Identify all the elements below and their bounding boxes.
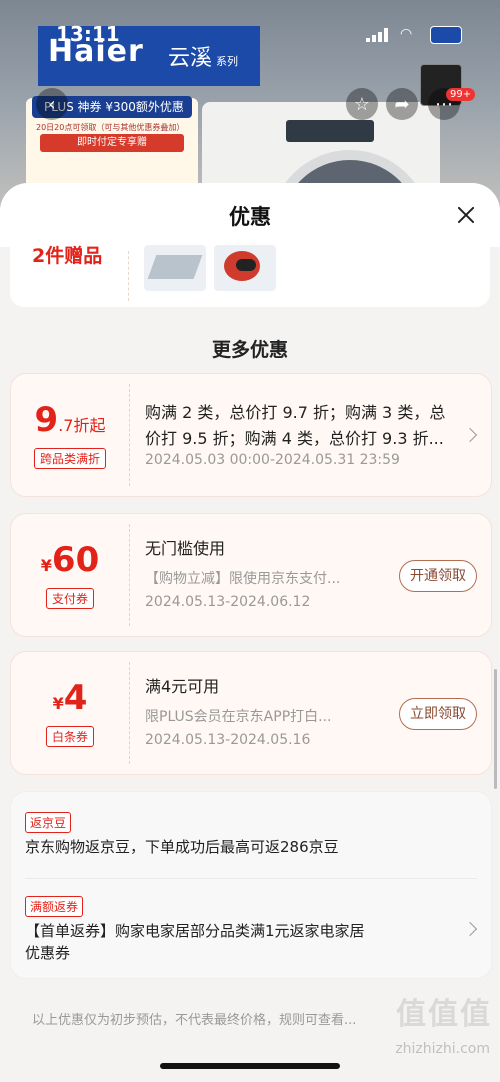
coupon-date: 2024.05.13-2024.06.12 (145, 594, 311, 610)
rebate-text-line2: 优惠券 (25, 944, 71, 962)
signal-icon (366, 28, 388, 42)
coupon-date: 2024.05.03 00:00-2024.05.31 23:59 (145, 452, 400, 468)
coupon-amount: ¥60 (40, 540, 100, 580)
coupon-tag: 跨品类满折 (33, 448, 107, 469)
machine-panel (286, 120, 374, 142)
chevron-right-icon[interactable] (462, 921, 478, 937)
watermark-logo: 值值值 (396, 997, 492, 1032)
coupon-title-line2: 价打 9.5 折；购满 4 类，总价打 9.3 折... (145, 429, 444, 448)
rebate-text: 京东购物返京豆，下单成功后最高可返286京豆 (25, 838, 339, 856)
gift-divider (128, 251, 129, 301)
disclaimer-text: 以上优惠仅为初步预估，不代表最终价格，规则可查看... (32, 1013, 357, 1028)
coupon-divider (129, 524, 130, 626)
coupon-value-area: 9.7折起 跨品类满折 (11, 374, 129, 496)
watermark-url: zhizhizhi.com (395, 1041, 490, 1057)
home-indicator (160, 1063, 340, 1069)
coupon-description: 限PLUS会员在京东APP打白... (145, 709, 332, 725)
rebate-tag: 满额返券 (25, 896, 84, 917)
coupon-date: 2024.05.13-2024.05.16 (145, 732, 311, 748)
promo-red-banner: 即时付定专享赠 (40, 134, 184, 152)
rebate-text[interactable]: 【首单返券】购家电家居部分品类满1元返家电家居 优惠券 (25, 920, 365, 964)
coupon-divider (129, 384, 130, 486)
chevron-right-icon[interactable] (462, 427, 478, 443)
scrollbar[interactable] (494, 669, 497, 789)
sheet-title: 优惠 (229, 205, 271, 229)
claim-button[interactable]: 立即领取 (399, 698, 477, 730)
status-time: 13:11 (56, 22, 120, 46)
promo-subtext: 20日20点可领取（可与其他优惠券叠加） (36, 123, 185, 132)
rebate-text-line1: 【首单返券】购家电家居部分品类满1元返家电家居 (25, 922, 365, 940)
sheet-header: 优惠 (0, 183, 500, 247)
gift-image-1 (144, 245, 206, 291)
gift-label: 2件赠品 (32, 245, 103, 267)
coupon-title: 满4元可用 (145, 677, 220, 696)
favorite-star-icon[interactable]: ☆ (346, 88, 378, 120)
coupon-amount: 9.7折起 (34, 400, 106, 440)
series-name: 云溪 系列 (168, 46, 239, 71)
claim-button[interactable]: 开通领取 (399, 560, 477, 592)
offers-sheet: 优惠 2件赠品 更多优惠 9.7折起 跨品类满折 购满 2 类，总价打 9.7 … (0, 183, 500, 1082)
coupon-tag: 支付券 (45, 588, 95, 609)
share-icon[interactable]: ➦ (386, 88, 418, 120)
coupon-cross-category[interactable]: 9.7折起 跨品类满折 购满 2 类，总价打 9.7 折；购满 3 类，总 价打… (10, 373, 492, 497)
coupon-baitiao[interactable]: ¥4 白条券 满4元可用 限PLUS会员在京东APP打白... 2024.05.… (10, 651, 492, 775)
gift-image-2 (214, 245, 276, 291)
rebate-card: 返京豆 京东购物返京豆，下单成功后最高可返286京豆 满额返券 【首单返券】购家… (10, 791, 492, 979)
coupon-value-area: ¥60 支付券 (11, 514, 129, 636)
wifi-icon: ◠ (400, 26, 413, 42)
coupon-title: 无门槛使用 (145, 539, 226, 558)
coupon-divider (129, 662, 130, 764)
coupon-title: 购满 2 类，总价打 9.7 折；购满 3 类，总 价打 9.5 折；购满 4 … (145, 400, 445, 452)
more-offers-title: 更多优惠 (211, 339, 288, 361)
coupon-title-line1: 购满 2 类，总价打 9.7 折；购满 3 类，总 (145, 403, 446, 422)
coupon-value-area: ¥4 白条券 (11, 652, 129, 774)
rebate-tag: 返京豆 (25, 812, 72, 833)
battery-icon (430, 26, 462, 44)
coupon-amount: ¥4 (52, 678, 88, 718)
rebate-separator (25, 878, 477, 879)
gift-card[interactable]: 2件赠品 (10, 245, 490, 307)
cart-badge: 99+ (446, 88, 476, 101)
coupon-tag: 白条券 (45, 726, 95, 747)
coupon-description: 【购物立减】限使用京东支付... (145, 571, 341, 587)
coupon-payment[interactable]: ¥60 支付券 无门槛使用 【购物立减】限使用京东支付... 2024.05.1… (10, 513, 492, 637)
back-icon[interactable]: ‹ (36, 88, 68, 120)
close-icon[interactable] (454, 203, 478, 227)
